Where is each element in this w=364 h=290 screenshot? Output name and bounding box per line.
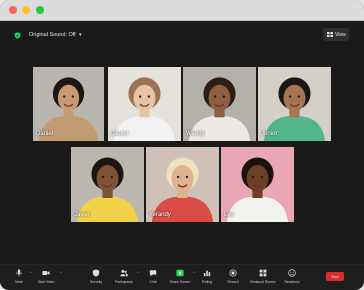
participant-eye xyxy=(297,95,301,98)
reactions-button[interactable]: Reactions xyxy=(277,269,307,287)
video-camera-icon xyxy=(42,271,50,275)
participant-video-feed xyxy=(108,67,181,141)
security-button[interactable]: Security xyxy=(81,269,111,287)
share-screen-button[interactable]: Share Screen xyxy=(165,269,195,287)
participant-video-feed xyxy=(146,147,219,222)
shield-icon[interactable] xyxy=(14,32,21,39)
participant-video-feed xyxy=(221,147,294,222)
share-screen-label: Share Screen xyxy=(169,280,191,284)
title-bar xyxy=(0,0,364,21)
participant-video-feed xyxy=(71,147,144,222)
participant-eye xyxy=(176,175,180,179)
participant-face xyxy=(57,84,80,112)
participant-video-feed xyxy=(183,67,256,141)
breakout-rooms-button[interactable]: Breakout Rooms xyxy=(248,269,278,287)
chevron-down-icon[interactable]: ▾ xyxy=(79,32,82,38)
video-tile-wendy[interactable] xyxy=(183,67,256,141)
polling-icon xyxy=(203,270,211,277)
participants-label: Participants xyxy=(115,280,133,284)
mute-label: Mute xyxy=(15,280,23,284)
close-window-button[interactable] xyxy=(9,6,17,14)
participant-eye xyxy=(288,95,292,98)
participant-eye xyxy=(260,175,264,179)
participant-name: Junior xyxy=(261,131,278,137)
participant-name: Yerandy xyxy=(149,212,171,218)
participant-eye xyxy=(110,175,114,179)
participant-video-feed xyxy=(33,67,104,141)
view-button[interactable]: View xyxy=(323,28,349,41)
record-label: Record xyxy=(227,280,239,284)
participant-name: Giovel xyxy=(111,131,129,137)
grid-icon xyxy=(327,32,333,37)
participant-eye xyxy=(101,175,105,179)
participant-video-feed xyxy=(258,67,331,141)
record-icon xyxy=(229,269,237,277)
video-tile-giovel[interactable] xyxy=(108,67,181,141)
participant-face xyxy=(208,84,231,112)
participant-eye xyxy=(138,95,142,98)
record-button[interactable]: Record xyxy=(218,269,248,287)
participant-eye xyxy=(185,175,189,179)
participant-eye xyxy=(147,95,151,98)
participant-name: Leo xyxy=(224,212,235,218)
participant-eye xyxy=(251,175,255,179)
breakout-rooms-icon xyxy=(259,269,267,277)
microphone-icon xyxy=(16,269,22,277)
participant-name: Wendy xyxy=(186,131,205,137)
reactions-label: Reactions xyxy=(284,280,300,284)
breakout-rooms-label: Breakout Rooms xyxy=(250,280,276,284)
participant-eye xyxy=(222,95,226,98)
participant-face xyxy=(246,165,269,192)
participant-name: Daniel xyxy=(36,131,54,137)
video-tile-yerandy[interactable] xyxy=(146,147,219,222)
security-label: Security xyxy=(89,280,103,284)
participant-eye xyxy=(213,95,217,98)
video-tile-daniel[interactable] xyxy=(33,67,104,141)
participant-eye xyxy=(71,95,74,98)
minimize-window-button[interactable] xyxy=(22,6,30,14)
view-label: View xyxy=(335,31,346,38)
share-screen-icon xyxy=(176,269,184,277)
participant-face xyxy=(96,165,119,192)
start-video-label: Start Video xyxy=(37,280,55,284)
start-video-button[interactable]: Start Video xyxy=(31,269,61,287)
participant-eye xyxy=(63,95,66,98)
shield-icon xyxy=(92,269,100,277)
end-meeting-button[interactable]: End xyxy=(326,272,344,281)
chat-button[interactable]: Chat xyxy=(138,269,168,287)
original-sound-toggle[interactable]: Original Sound: Off xyxy=(29,32,76,38)
chat-label: Chat xyxy=(149,280,157,284)
maximize-window-button[interactable] xyxy=(36,6,44,14)
chevron-up-icon[interactable]: ^ xyxy=(60,271,62,275)
chat-icon xyxy=(149,270,157,277)
video-tile-javier[interactable] xyxy=(71,147,144,222)
participants-icon xyxy=(120,269,128,277)
participant-name: Javier xyxy=(74,212,91,218)
participant-face xyxy=(283,84,306,112)
smiley-icon xyxy=(288,269,296,277)
participant-face xyxy=(171,165,194,192)
participants-button[interactable]: Participants xyxy=(109,269,139,287)
video-tile-junior[interactable] xyxy=(258,67,331,141)
zoom-meeting-window: Original Sound: Off ▾ View Mute ^ Start … xyxy=(0,0,364,290)
video-tile-leo[interactable] xyxy=(221,147,294,222)
participant-face xyxy=(133,84,156,112)
